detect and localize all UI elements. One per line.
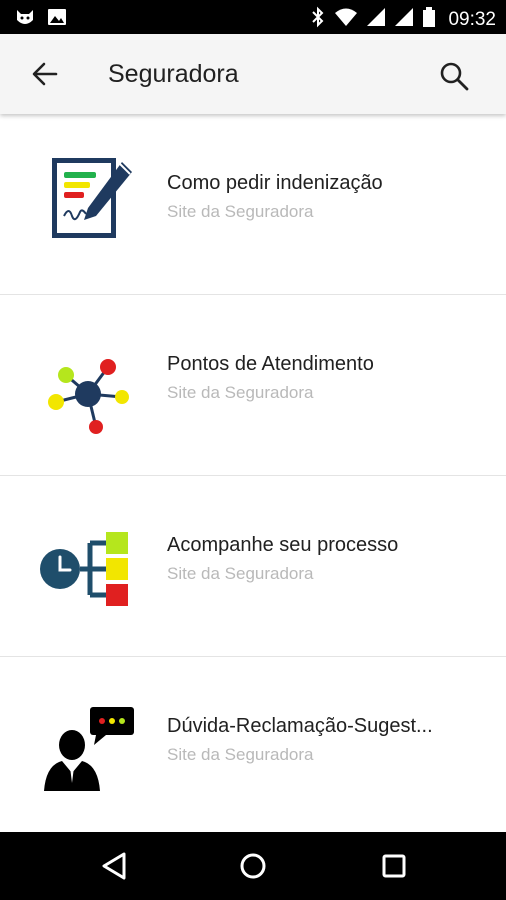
nav-home-button[interactable] (233, 848, 273, 884)
battery-icon (422, 6, 436, 33)
list-item-duvida-reclamacao-sugestao[interactable]: Dúvida-Reclamação-Sugest... Site da Segu… (0, 657, 506, 838)
person-chat-icon (34, 693, 142, 801)
triangle-back-icon (102, 852, 126, 880)
back-button[interactable] (22, 58, 70, 90)
nav-recents-button[interactable] (374, 848, 414, 884)
list-item-como-pedir-indenizacao[interactable]: Como pedir indenização Site da Segurador… (0, 114, 506, 295)
wifi-icon (334, 6, 358, 33)
arrow-back-icon (32, 62, 58, 86)
list-item-pontos-de-atendimento[interactable]: Pontos de Atendimento Site da Seguradora (0, 295, 506, 476)
status-time: 09:32 (448, 8, 496, 30)
network-nodes-icon (34, 331, 142, 439)
square-recents-icon (382, 854, 406, 878)
search-button[interactable] (434, 56, 474, 96)
item-subtitle: Site da Seguradora (167, 383, 314, 402)
signal-icon (394, 6, 414, 33)
circle-home-icon (240, 853, 266, 879)
item-subtitle: Site da Seguradora (167, 745, 314, 764)
signal-icon (366, 6, 386, 33)
item-title: Acompanhe seu processo (167, 534, 399, 556)
cat-notification-icon (14, 6, 36, 33)
menu-list: Como pedir indenização Site da Segurador… (0, 114, 506, 838)
nav-back-button[interactable] (94, 848, 134, 884)
process-tracking-icon (34, 512, 142, 620)
app-bar: Seguradora (0, 34, 506, 114)
item-subtitle: Site da Seguradora (167, 564, 314, 583)
status-bar: 09:32 (0, 0, 506, 34)
item-title: Pontos de Atendimento (167, 353, 374, 375)
system-nav-bar (0, 832, 506, 900)
search-icon (440, 62, 469, 91)
list-item-acompanhe-seu-processo[interactable]: Acompanhe seu processo Site da Segurador… (0, 476, 506, 657)
bluetooth-icon (310, 6, 326, 33)
item-title: Como pedir indenização (167, 172, 383, 194)
page-title: Seguradora (108, 60, 239, 88)
claim-form-icon (34, 150, 142, 258)
item-subtitle: Site da Seguradora (167, 202, 314, 221)
item-title: Dúvida-Reclamação-Sugest... (167, 715, 433, 737)
image-notification-icon (46, 6, 68, 33)
